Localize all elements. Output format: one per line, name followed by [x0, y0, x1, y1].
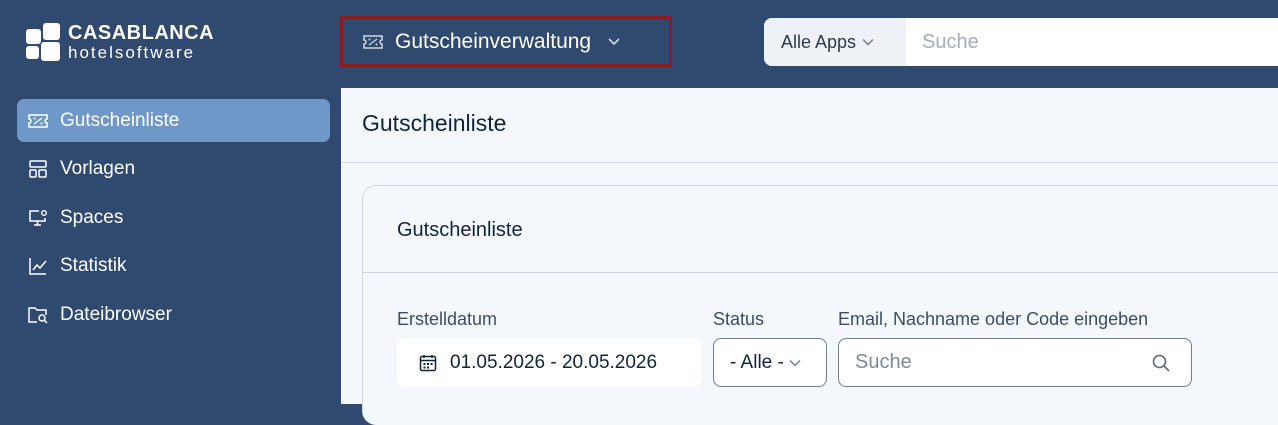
- sidebar-item-label: Vorlagen: [60, 157, 136, 179]
- voucher-search-input[interactable]: [839, 351, 1151, 374]
- logo-mark: [26, 23, 60, 61]
- monitor-gear-icon: [27, 208, 49, 228]
- app-switcher-label: Gutscheinverwaltung: [395, 29, 592, 53]
- date-range-value: 01.05.2026 - 20.05.2026: [450, 351, 658, 373]
- sidebar-item-label: Statistik: [60, 254, 127, 276]
- logo[interactable]: CASABLANCA hotelsoftware: [26, 22, 236, 62]
- chevron-down-icon: [608, 37, 620, 45]
- date-range-picker[interactable]: 01.05.2026 - 20.05.2026: [397, 338, 702, 387]
- logo-text: CASABLANCA hotelsoftware: [68, 23, 214, 61]
- calendar-icon: [419, 354, 437, 371]
- main-content: Gutscheinliste Gutscheinliste Erstelldat…: [341, 88, 1278, 425]
- line-chart-icon: [27, 256, 49, 276]
- sidebar-item-dateibrowser[interactable]: Dateibrowser: [17, 293, 330, 336]
- folder-search-icon: [27, 305, 49, 325]
- filter-bar: Erstelldatum Status Email, Nachname oder…: [363, 273, 1278, 425]
- ticket-icon: [27, 111, 49, 131]
- sidebar-item-label: Dateibrowser: [60, 303, 172, 325]
- search-scope-select[interactable]: Alle Apps: [764, 18, 906, 66]
- card-title: Gutscheinliste: [397, 219, 523, 241]
- chevron-down-icon: [862, 39, 874, 46]
- chevron-down-icon: [789, 359, 801, 366]
- page-header: Gutscheinliste: [341, 88, 1278, 163]
- app-switcher-dropdown[interactable]: Gutscheinverwaltung: [340, 16, 672, 67]
- voucher-list-card: Gutscheinliste Erstelldatum Status Email…: [362, 185, 1278, 425]
- status-filter-label: Status: [713, 309, 765, 329]
- date-filter-label: Erstelldatum: [397, 309, 498, 329]
- sidebar-item-gutscheinliste[interactable]: Gutscheinliste: [17, 99, 330, 142]
- layout-icon: [27, 159, 49, 179]
- sidebar-item-label: Spaces: [60, 206, 124, 228]
- sidebar-item-spaces[interactable]: Spaces: [17, 196, 330, 239]
- search-filter-label: Email, Nachname oder Code eingeben: [838, 309, 1149, 329]
- sidebar-item-statistik[interactable]: Statistik: [17, 244, 330, 287]
- search-icon[interactable]: [1151, 353, 1171, 373]
- brand-line-2: hotelsoftware: [68, 43, 196, 62]
- voucher-search-field: [838, 338, 1192, 387]
- card-header: Gutscheinliste: [363, 186, 1278, 273]
- search-scope-label: Alle Apps: [781, 31, 857, 52]
- page-title: Gutscheinliste: [362, 110, 507, 136]
- top-bar: CASABLANCA hotelsoftware Gutscheinverwal…: [0, 0, 1278, 88]
- sidebar-item-vorlagen[interactable]: Vorlagen: [17, 147, 330, 190]
- ticket-icon: [363, 34, 383, 49]
- brand-line-1: CASABLANCA: [68, 22, 215, 44]
- sidebar-item-label: Gutscheinliste: [60, 109, 180, 131]
- global-search-input[interactable]: [906, 18, 1278, 66]
- status-select[interactable]: - Alle -: [713, 338, 827, 387]
- status-select-value: - Alle -: [730, 351, 784, 373]
- sidebar: Gutscheinliste Vorlagen Spaces Statistik…: [0, 88, 341, 404]
- global-search: Alle Apps: [764, 18, 1278, 66]
